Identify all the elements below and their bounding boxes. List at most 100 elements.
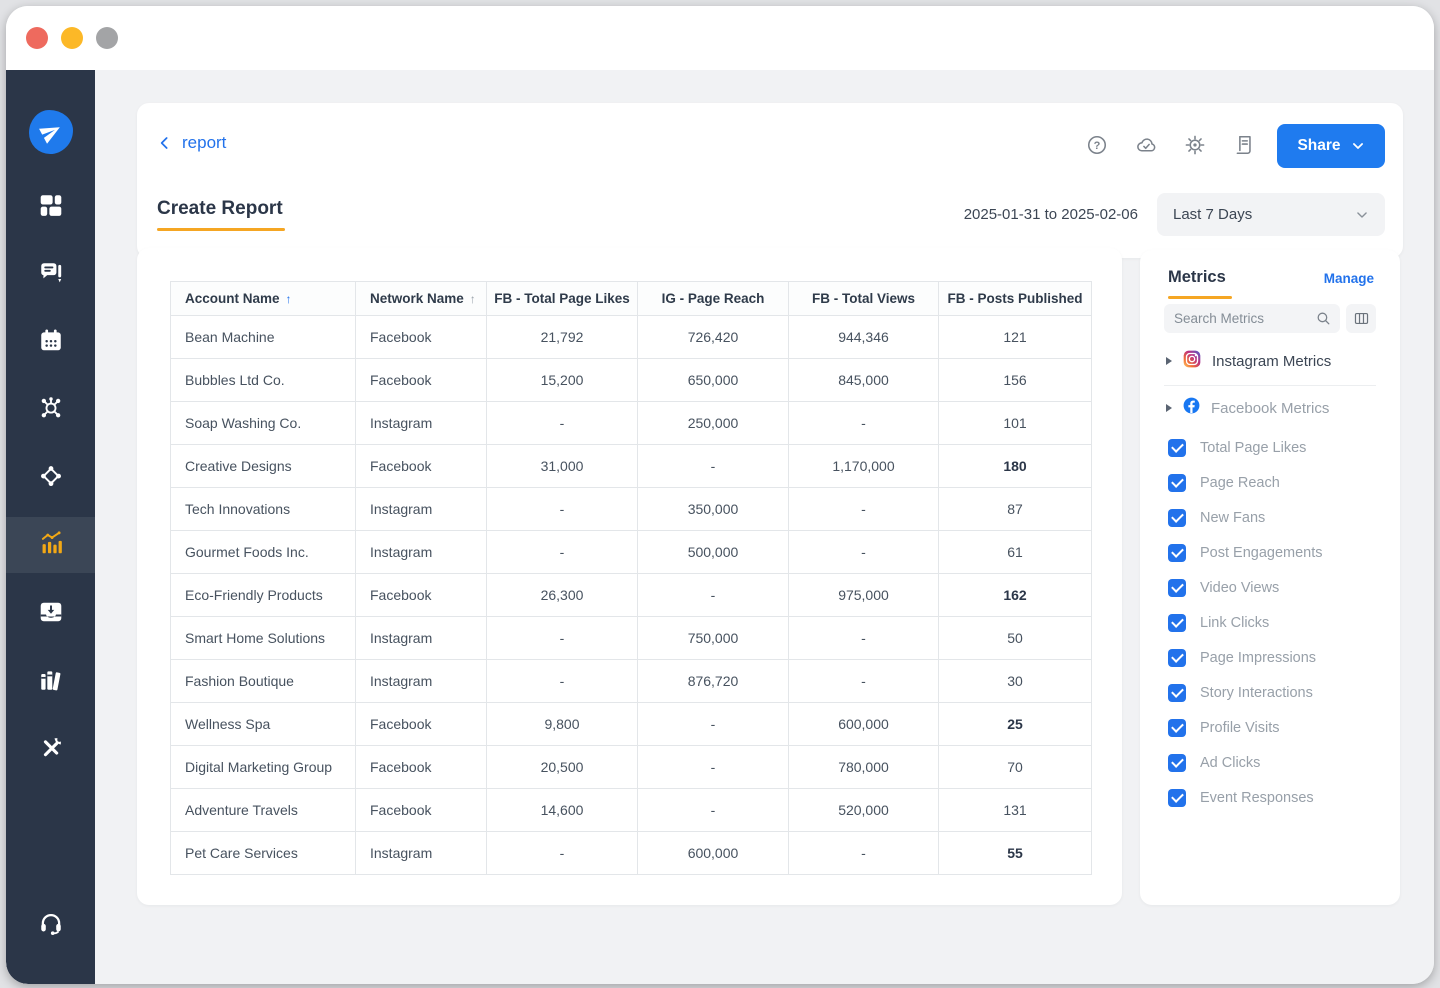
instagram-group-label: Instagram Metrics <box>1212 353 1331 370</box>
instagram-metrics-group[interactable]: Instagram Metrics <box>1166 346 1380 376</box>
column-header[interactable]: IG - Page Reach <box>638 282 789 316</box>
metric-checkbox-item[interactable]: Page Impressions <box>1140 640 1400 675</box>
column-header[interactable]: FB - Posts Published <box>939 282 1092 316</box>
books-icon <box>38 667 64 698</box>
column-header[interactable]: FB - Total Views <box>789 282 939 316</box>
metric-checkbox-item[interactable]: Video Views <box>1140 570 1400 605</box>
checkbox-icon[interactable] <box>1168 614 1186 632</box>
checkbox-icon[interactable] <box>1168 649 1186 667</box>
column-header[interactable]: FB - Total Page Likes <box>487 282 638 316</box>
sidebar-item-connect[interactable] <box>6 381 95 437</box>
date-range-text: 2025-01-31 to 2025-02-06 <box>964 206 1138 223</box>
table-cell-account: Creative Designs <box>171 445 356 488</box>
metric-checkbox-item[interactable]: Profile Visits <box>1140 710 1400 745</box>
table-cell-likes: - <box>487 660 638 703</box>
table-cell-reach: - <box>638 789 789 832</box>
table-cell-account: Digital Marketing Group <box>171 746 356 789</box>
back-to-reports-link[interactable]: report <box>157 133 226 153</box>
share-button[interactable]: Share <box>1277 124 1385 168</box>
cloud-check-icon[interactable] <box>1135 134 1157 156</box>
sidebar-item-support[interactable] <box>6 897 95 953</box>
gear-icon[interactable] <box>1184 134 1206 156</box>
table-cell-network: Instagram <box>356 402 487 445</box>
diamond-nodes-icon <box>38 462 64 493</box>
expand-triangle-icon[interactable] <box>1166 404 1172 412</box>
checkbox-icon[interactable] <box>1168 439 1186 457</box>
table-cell-account: Bean Machine <box>171 316 356 359</box>
table-cell-reach: 726,420 <box>638 316 789 359</box>
metric-checkbox-item[interactable]: Story Interactions <box>1140 675 1400 710</box>
sidebar-item-tools[interactable] <box>6 722 95 778</box>
checkbox-icon[interactable] <box>1168 789 1186 807</box>
report-doc-icon[interactable] <box>1233 134 1255 156</box>
svg-text:?: ? <box>1094 140 1101 152</box>
title-underline <box>157 228 285 231</box>
zoom-window-button[interactable] <box>96 27 118 49</box>
back-chevron-icon <box>157 135 173 151</box>
sort-arrow-icon[interactable]: ↑ <box>286 292 292 306</box>
metric-checkbox-item[interactable]: Ad Clicks <box>1140 745 1400 780</box>
sidebar-item-library[interactable] <box>6 654 95 710</box>
checkbox-icon[interactable] <box>1168 509 1186 527</box>
column-header[interactable]: Network Name↑ <box>356 282 487 316</box>
checkbox-icon[interactable] <box>1168 719 1186 737</box>
table-cell-views: 975,000 <box>789 574 939 617</box>
table-cell-views: - <box>789 402 939 445</box>
table-cell-views: 780,000 <box>789 746 939 789</box>
minimize-window-button[interactable] <box>61 27 83 49</box>
metric-checkbox-label: New Fans <box>1200 510 1265 526</box>
chevron-down-icon <box>1351 139 1365 153</box>
table-cell-account: Adventure Travels <box>171 789 356 832</box>
close-window-button[interactable] <box>26 27 48 49</box>
table-cell-views: - <box>789 660 939 703</box>
columns-icon <box>1353 310 1370 327</box>
column-header-label: FB - Posts Published <box>947 291 1082 306</box>
sidebar-item-analytics[interactable] <box>6 517 95 573</box>
checkbox-icon[interactable] <box>1168 579 1186 597</box>
table-cell-account: Bubbles Ltd Co. <box>171 359 356 402</box>
sidebar-item-dashboard[interactable] <box>6 179 95 235</box>
table-cell-likes: 26,300 <box>487 574 638 617</box>
metric-checkbox-item[interactable]: Page Reach <box>1140 465 1400 500</box>
table-row: Fashion BoutiqueInstagram-876,720-30 <box>171 660 1092 703</box>
table-cell-posts: 30 <box>939 660 1092 703</box>
table-cell-reach: 750,000 <box>638 617 789 660</box>
metric-checkbox-item[interactable]: New Fans <box>1140 500 1400 535</box>
sidebar-logo[interactable] <box>6 104 95 160</box>
help-circle-icon[interactable]: ? <box>1086 134 1108 156</box>
table-row: Wellness SpaFacebook9,800-600,00025 <box>171 703 1092 746</box>
metric-checkbox-item[interactable]: Post Engagements <box>1140 535 1400 570</box>
search-metrics-input[interactable] <box>1164 304 1340 333</box>
sort-arrow-icon[interactable]: ↑ <box>470 292 476 306</box>
table-cell-reach: - <box>638 574 789 617</box>
table-cell-reach: 500,000 <box>638 531 789 574</box>
table-header-row: Account Name↑Network Name↑FB - Total Pag… <box>171 282 1092 316</box>
facebook-metrics-group[interactable]: Facebook Metrics <box>1166 393 1380 423</box>
period-dropdown[interactable]: Last 7 Days <box>1157 193 1385 236</box>
column-header-label: Account Name <box>185 291 280 306</box>
expand-triangle-icon[interactable] <box>1166 357 1172 365</box>
table-cell-network: Facebook <box>356 316 487 359</box>
checkbox-icon[interactable] <box>1168 474 1186 492</box>
checkbox-icon[interactable] <box>1168 684 1186 702</box>
column-layout-button[interactable] <box>1346 304 1376 333</box>
checkbox-icon[interactable] <box>1168 544 1186 562</box>
checkbox-icon[interactable] <box>1168 754 1186 772</box>
table-cell-reach: - <box>638 703 789 746</box>
column-header[interactable]: Account Name ↑ <box>171 282 356 316</box>
headset-icon <box>38 910 64 941</box>
sidebar-item-workflow[interactable] <box>6 449 95 505</box>
facebook-group-label: Facebook Metrics <box>1211 400 1329 417</box>
sidebar-item-inbox[interactable] <box>6 586 95 642</box>
metric-checkbox-item[interactable]: Event Responses <box>1140 780 1400 815</box>
period-dropdown-value: Last 7 Days <box>1173 206 1252 223</box>
metric-checkbox-item[interactable]: Total Page Likes <box>1140 430 1400 465</box>
metrics-checkbox-list: Total Page LikesPage Reach New Fans Post E… <box>1140 430 1400 815</box>
manage-metrics-link[interactable]: Manage <box>1324 271 1374 286</box>
table-cell-network: Facebook <box>356 574 487 617</box>
table-cell-posts: 101 <box>939 402 1092 445</box>
table-cell-account: Tech Innovations <box>171 488 356 531</box>
sidebar-item-posts[interactable] <box>6 247 95 303</box>
metric-checkbox-item[interactable]: Link Clicks <box>1140 605 1400 640</box>
sidebar-item-calendar[interactable] <box>6 314 95 370</box>
